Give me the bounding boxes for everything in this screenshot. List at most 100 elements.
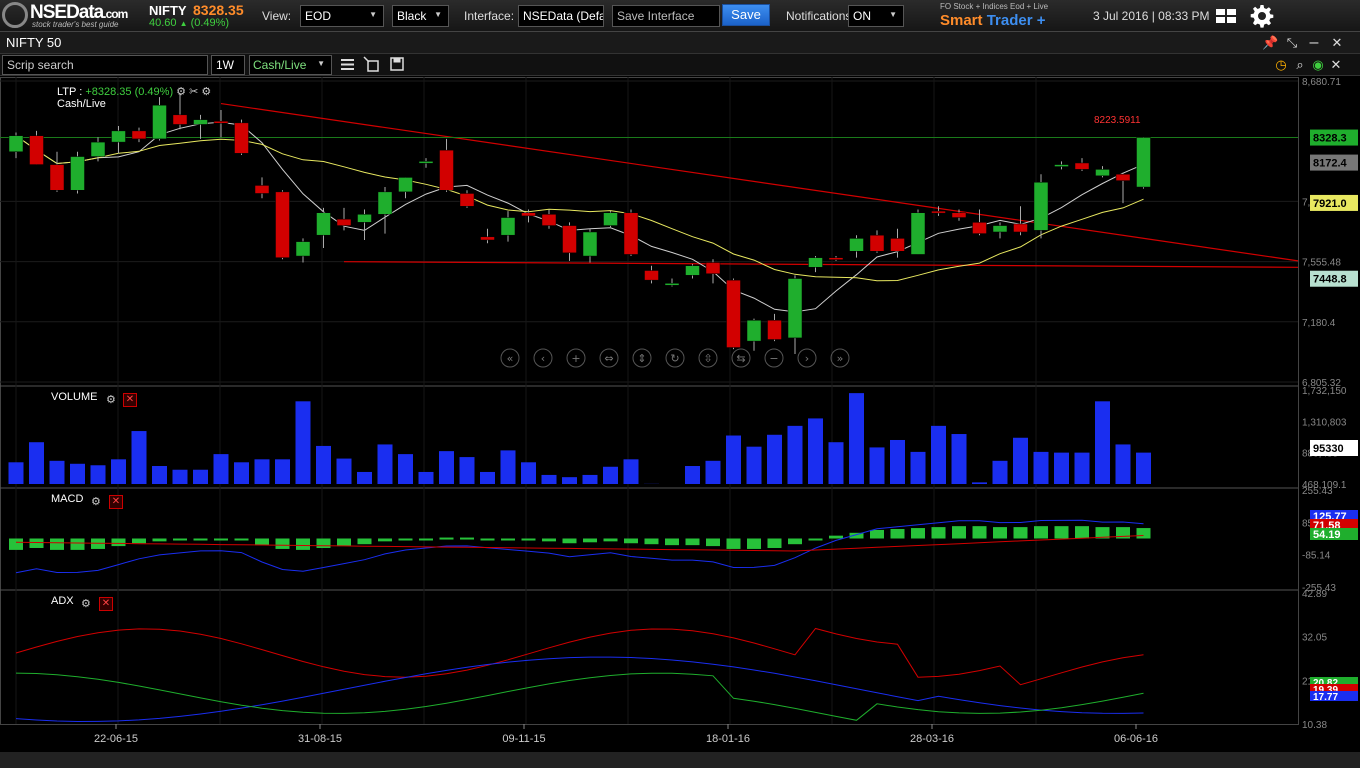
macd-histogram-bar — [706, 538, 720, 547]
theme-select[interactable]: Black ▼ — [392, 5, 449, 27]
x-tick-label: 09-11-15 — [502, 733, 545, 745]
volume-bar — [377, 444, 393, 484]
price-tick-label: 7,180.4 — [1302, 318, 1336, 329]
macd-histogram-bar — [767, 538, 782, 548]
view-value: EOD — [305, 9, 332, 23]
macd-histogram-bar — [1034, 526, 1048, 539]
volume-bar — [910, 451, 926, 484]
ltp-label: LTP : — [57, 86, 83, 98]
volume-bar — [705, 460, 721, 484]
volume-bar — [726, 435, 741, 484]
candle — [767, 320, 782, 340]
macd-histogram-bar — [1075, 526, 1089, 539]
macd-histogram-bar — [214, 538, 228, 541]
macd-histogram-bar — [460, 537, 474, 540]
macd-histogram-bar — [931, 527, 946, 539]
volume-bar — [70, 463, 85, 484]
adx-close-icon[interactable]: ✕ — [99, 597, 113, 611]
macd-histogram-bar — [972, 526, 987, 539]
candle — [275, 191, 290, 258]
macd-histogram-bar — [337, 538, 351, 547]
volume-bar — [131, 431, 147, 484]
macd-tick-label: 255.43 — [1302, 486, 1333, 497]
restore-icon[interactable]: ⤡ — [1285, 35, 1299, 51]
macd-histogram-bar — [603, 538, 618, 542]
candle — [1013, 223, 1028, 233]
candle — [29, 135, 44, 165]
tools-icon[interactable]: ✕ — [1329, 57, 1343, 73]
pin-icon[interactable]: 📌 — [1262, 35, 1278, 51]
notifications-select[interactable]: ON ▼ — [848, 5, 904, 27]
volume-bar — [357, 471, 372, 484]
adx-settings-icon[interactable]: ⚙ — [81, 597, 91, 610]
candle — [131, 130, 147, 140]
macd-histogram-bar — [234, 538, 249, 541]
volume-bar — [213, 454, 229, 484]
view-select[interactable]: EOD ▼ — [300, 5, 384, 27]
zoom-icon[interactable]: ⌕ — [1293, 57, 1307, 73]
adx-label: 17.77 — [1313, 692, 1338, 703]
candle — [1033, 181, 1049, 231]
minimize-icon[interactable]: – — [1307, 35, 1321, 51]
scrip-search-input[interactable]: Scrip search — [2, 55, 208, 75]
datetime: 3 Jul 2016 | 08:33 PM — [1093, 9, 1210, 23]
candle — [972, 222, 987, 234]
macd-histogram-bar — [501, 538, 515, 541]
volume-bar — [1013, 437, 1028, 484]
top-bar: NSEData.com stock trader's best guide NI… — [0, 0, 1360, 32]
macd-histogram-bar — [111, 538, 126, 547]
close-icon[interactable]: ✕ — [1330, 35, 1344, 51]
macd-close-icon[interactable]: ✕ — [109, 495, 123, 509]
chevron-down-icon: ▼ — [889, 10, 897, 19]
macd-histogram-bar — [1136, 528, 1151, 539]
menu-icon[interactable] — [340, 57, 355, 72]
candle — [1136, 137, 1151, 188]
chart-canvas[interactable]: 8,680.717,930.557,555.487,180.46,805.328… — [0, 77, 1360, 752]
macd-histogram-bar — [152, 538, 167, 542]
chart-area[interactable]: 8,680.717,930.557,555.487,180.46,805.328… — [0, 77, 1360, 752]
interval-input[interactable]: 1W — [211, 55, 245, 75]
price-annotation: 8223.5911 — [1094, 115, 1141, 126]
save-chart-icon[interactable] — [390, 57, 404, 71]
save-interface-input[interactable]: Save Interface — [612, 5, 720, 27]
sma-short-line — [15, 121, 1144, 313]
volume-bar — [746, 446, 762, 484]
clock-icon[interactable]: ◷ — [1274, 57, 1288, 73]
macd-histogram-bar — [296, 538, 310, 550]
ltp-value: +8328.35 (0.49%) — [85, 86, 174, 98]
macd-histogram-bar — [132, 538, 146, 544]
volume-bar — [418, 471, 434, 484]
macd-histogram-bar — [952, 526, 966, 539]
interface-input[interactable]: NSEData (Defa — [518, 5, 604, 27]
candle — [951, 212, 967, 218]
macd-histogram-bar — [890, 529, 905, 539]
compare-icon[interactable] — [363, 56, 381, 73]
macd-histogram-bar — [480, 538, 495, 541]
settings-gear-icon[interactable] — [1250, 4, 1274, 28]
volume-bar — [1115, 444, 1131, 484]
macd-settings-icon[interactable]: ⚙ — [91, 495, 101, 508]
nsedata-logo[interactable]: NSEData.com stock trader's best guide — [2, 2, 136, 30]
candle — [664, 283, 680, 286]
chevron-down-icon: ▼ — [317, 59, 325, 68]
macd-histogram-bar — [193, 538, 208, 541]
volume-bar — [90, 465, 106, 484]
interface-label: Interface: — [464, 9, 515, 23]
legend-settings-icon[interactable]: ⚙ ✂ ⚙ — [176, 86, 211, 98]
volume-bar — [398, 454, 413, 484]
macd-histogram-bar — [685, 538, 700, 546]
mode-select[interactable]: Cash/Live ▼ — [249, 55, 332, 75]
eye-icon[interactable]: ◉ — [1311, 57, 1325, 73]
layout-grid-icon[interactable] — [1214, 7, 1238, 25]
volume-bar — [972, 482, 987, 484]
save-button[interactable]: Save — [722, 4, 770, 26]
volume-bar — [541, 474, 557, 484]
volume-close-icon[interactable]: ✕ — [123, 393, 137, 407]
chart-nav-icon: ⇆ — [736, 352, 745, 365]
smart-trader-promo[interactable]: FO Stock + Indices Eod + Live Smart Trad… — [934, 0, 1084, 31]
volume-bar — [808, 418, 823, 484]
candle — [603, 212, 618, 226]
candle — [213, 120, 229, 124]
volume-bar — [500, 450, 516, 484]
volume-settings-icon[interactable]: ⚙ — [106, 393, 116, 406]
